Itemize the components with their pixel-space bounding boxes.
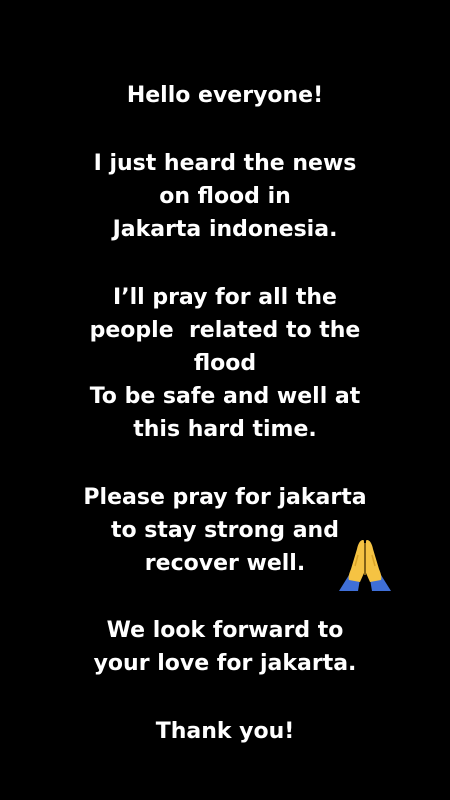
greeting-text: Hello everyone! bbox=[126, 83, 324, 108]
message-line: Jakarta indonesia. bbox=[112, 217, 338, 242]
folded-hands-icon bbox=[339, 540, 391, 591]
story-screen[interactable]: Hello everyone! I just heard the news on… bbox=[0, 0, 450, 800]
thank-you-text: Thank you! bbox=[155, 719, 295, 744]
message-line: this hard time. bbox=[133, 417, 317, 442]
message-line: your love for jakarta. bbox=[93, 651, 357, 676]
